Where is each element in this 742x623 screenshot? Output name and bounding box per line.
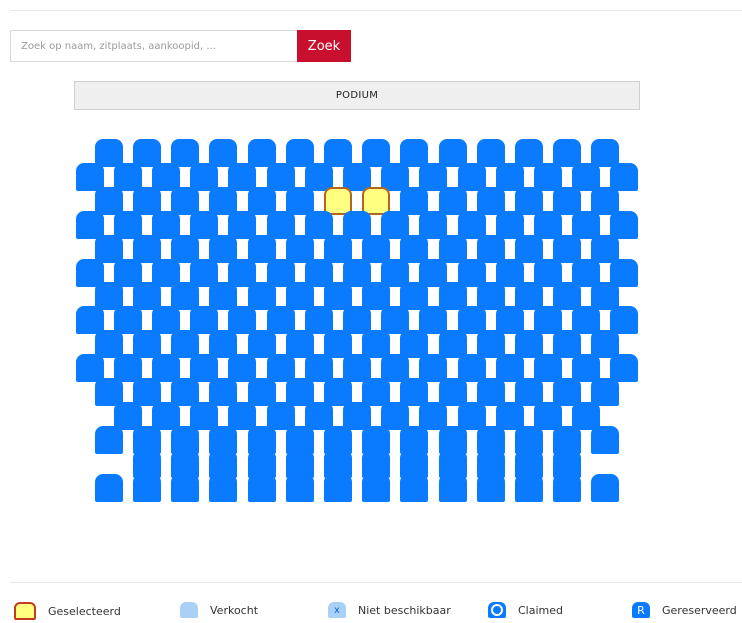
seat[interactable] xyxy=(476,234,505,263)
seat[interactable] xyxy=(285,234,314,263)
seat[interactable] xyxy=(285,473,314,502)
legend-item-unavailable: x Niet beschikbaar xyxy=(328,602,451,618)
seat[interactable] xyxy=(419,210,448,239)
reserved-glyph: R xyxy=(637,603,645,617)
stage-label: PODIUM xyxy=(335,90,379,101)
stage-podium: PODIUM xyxy=(74,81,640,110)
legend-label: Geselecteerd xyxy=(48,604,121,618)
seat[interactable] xyxy=(438,234,467,263)
seat[interactable] xyxy=(514,473,543,502)
legend-item-reserved: R Gereserveerd xyxy=(632,602,737,618)
search-button[interactable]: Zoek xyxy=(297,30,351,62)
seat[interactable] xyxy=(209,473,238,502)
unavailable-glyph: x xyxy=(334,604,340,616)
seat[interactable] xyxy=(476,473,505,502)
legend-item-claimed: Claimed xyxy=(488,602,563,618)
seat[interactable] xyxy=(553,473,582,502)
legend-item-selected: Geselecteerd xyxy=(14,602,121,620)
seat[interactable] xyxy=(591,425,620,454)
seat[interactable] xyxy=(323,473,352,502)
seat[interactable] xyxy=(362,473,391,502)
legend-label: Claimed xyxy=(518,603,563,617)
seat[interactable] xyxy=(247,234,276,263)
search-bar: Zoek xyxy=(10,30,351,62)
bottom-divider xyxy=(10,582,742,583)
seat[interactable] xyxy=(438,473,467,502)
seat-legend: Geselecteerd Verkocht x Niet beschikbaar… xyxy=(0,598,742,623)
seat[interactable] xyxy=(228,210,257,239)
claimed-seat-icon xyxy=(488,602,506,618)
seat[interactable] xyxy=(591,378,620,406)
seat[interactable] xyxy=(94,234,123,263)
sold-seat-icon xyxy=(180,602,198,618)
seat[interactable] xyxy=(610,162,639,191)
seat[interactable] xyxy=(94,473,123,502)
legend-label: Niet beschikbaar xyxy=(358,603,451,617)
seat[interactable] xyxy=(171,473,200,502)
legend-label: Verkocht xyxy=(210,603,259,617)
unavailable-seat-icon: x xyxy=(328,602,346,618)
seat[interactable] xyxy=(610,210,639,239)
legend-item-sold: Verkocht xyxy=(180,602,258,618)
seat[interactable] xyxy=(247,473,276,502)
seat[interactable] xyxy=(132,473,161,502)
legend-label: Gereserveerd xyxy=(662,603,737,617)
seat[interactable] xyxy=(94,425,123,454)
search-input[interactable] xyxy=(10,30,297,62)
top-divider xyxy=(10,10,742,11)
selected-seat-icon xyxy=(14,602,36,620)
reserved-seat-icon: R xyxy=(632,602,650,618)
seat[interactable] xyxy=(591,473,620,502)
seat[interactable] xyxy=(400,473,429,502)
